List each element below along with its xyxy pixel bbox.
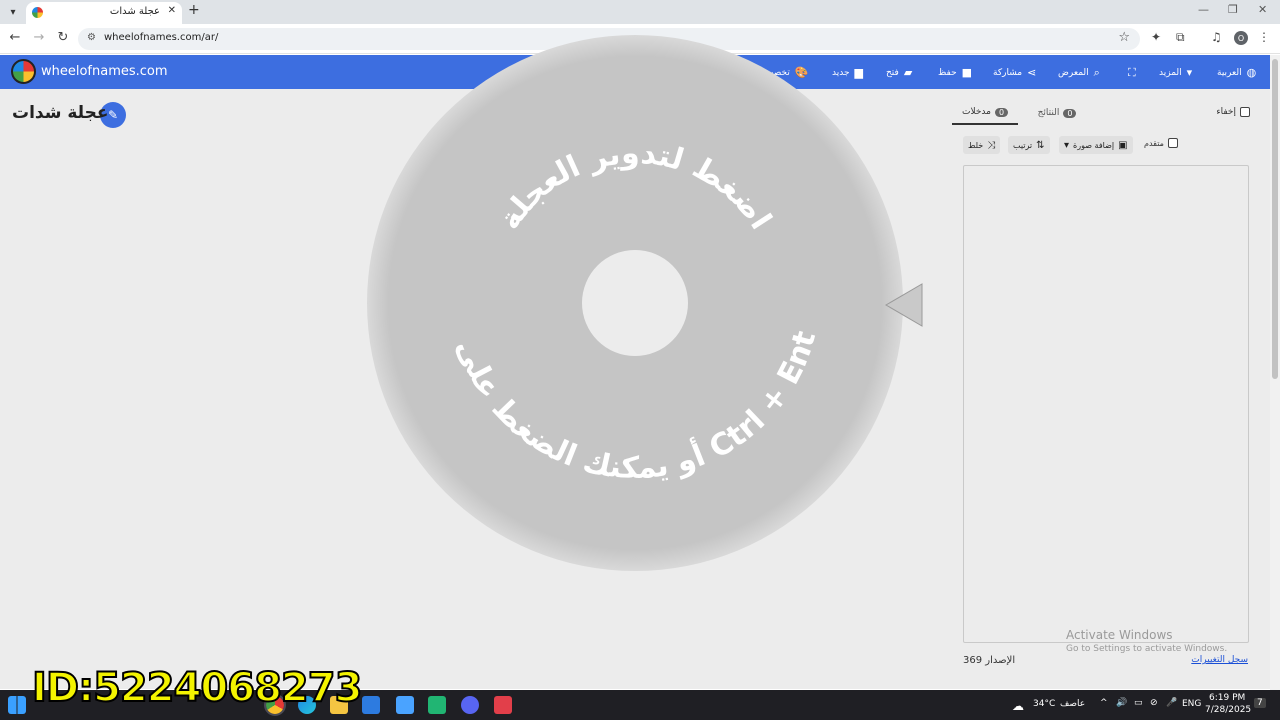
language-button[interactable]: ◍ العربية	[1217, 66, 1256, 79]
forward-icon[interactable]: →	[30, 30, 48, 45]
back-icon[interactable]: ←	[6, 30, 24, 45]
start-windows-icon[interactable]	[8, 696, 26, 714]
url-text[interactable]: wheelofnames.com/ar/	[104, 32, 218, 43]
add-image-button[interactable]: ▣ إضافة صورة ▾	[1059, 136, 1133, 154]
fullscreen-button[interactable]: ⛶	[1128, 66, 1136, 80]
more-label: المزيد	[1159, 67, 1182, 78]
fullscreen-icon: ⛶	[1128, 66, 1136, 79]
sort-icon: ⇅	[1036, 139, 1045, 151]
results-count-badge: 0	[1063, 108, 1077, 118]
advanced-label: متقدم	[1144, 138, 1164, 148]
red-app-icon[interactable]	[494, 696, 512, 714]
minimize-icon[interactable]: —	[1198, 3, 1209, 16]
tab-title: عجلة شدات	[109, 6, 160, 17]
activate-windows-watermark: Activate Windows Go to Settings to activ…	[1066, 628, 1227, 654]
add-image-label: إضافة صورة	[1073, 140, 1115, 150]
floppy-icon: ■	[961, 66, 973, 79]
browser-tab-strip: ▾ عجلة شدات ✕ + — ❐ ✕	[0, 0, 1280, 24]
microphone-icon[interactable]: 🎤	[1166, 698, 1177, 708]
network-icon[interactable]: ▭	[1134, 698, 1143, 708]
version-text: الإصدار 369	[963, 655, 1016, 666]
sort-label: ترتيب	[1013, 140, 1033, 150]
folder-open-icon: ▰	[903, 66, 913, 79]
reload-icon[interactable]: ↻	[54, 30, 72, 45]
speaker-icon[interactable]: 🔊	[1116, 698, 1127, 708]
save-label: حفظ	[938, 67, 957, 78]
hide-checkbox-row[interactable]: إخفاء	[1216, 107, 1250, 117]
discord-icon[interactable]	[461, 696, 479, 714]
wheel-title: عجلة شدات	[12, 103, 109, 123]
bookmark-star-icon[interactable]: ☆	[1118, 30, 1130, 45]
language-label: العربية	[1217, 67, 1242, 78]
entries-panel: 0 مدخلات 0 النتائج إخفاء ⤨ خلط ⇅ ترتيب ▣…	[952, 91, 1260, 679]
wheel-logo-icon[interactable]	[11, 59, 36, 84]
hide-label: إخفاء	[1216, 107, 1236, 117]
tab-results-label: النتائج	[1037, 108, 1060, 118]
share-icon: ⋖	[1027, 66, 1037, 79]
pencil-icon: ✎	[107, 108, 119, 122]
id-overlay-text: ID:5224068273	[31, 665, 363, 711]
language-indicator[interactable]: ENG	[1182, 699, 1201, 709]
advanced-checkbox-row[interactable]: متقدم	[1144, 138, 1178, 148]
shuffle-label: خلط	[968, 140, 984, 150]
mute-icon[interactable]: ⊘	[1150, 698, 1158, 708]
advanced-checkbox[interactable]	[1167, 138, 1178, 148]
vscode-icon[interactable]	[396, 696, 414, 714]
tab-entries[interactable]: 0 مدخلات	[952, 101, 1018, 125]
page-scrollbar[interactable]	[1270, 55, 1280, 690]
wheel-center[interactable]	[582, 250, 688, 356]
changelog-link[interactable]: سجل التغييرات	[1191, 655, 1248, 665]
sort-button[interactable]: ⇅ ترتيب	[1008, 136, 1050, 154]
weather-icon[interactable]: ☁	[1012, 699, 1024, 713]
new-tab-icon[interactable]: +	[188, 2, 200, 18]
browser-menu-icon[interactable]: ⋮	[1258, 30, 1270, 44]
image-icon: ▣	[1118, 139, 1128, 151]
tray-chevron-icon[interactable]: ^	[1100, 698, 1108, 708]
tab-list-chevron-icon[interactable]: ▾	[4, 3, 22, 21]
save-button[interactable]: ■ حفظ	[938, 66, 972, 79]
notification-badge[interactable]: 7	[1254, 698, 1266, 708]
gallery-button[interactable]: ⌕ المعرض	[1058, 66, 1100, 80]
clock-date[interactable]: 7/28/2025	[1205, 705, 1251, 715]
tab-entries-label: مدخلات	[961, 107, 991, 117]
hide-checkbox[interactable]	[1240, 107, 1250, 117]
wheel-pointer-icon	[885, 283, 923, 327]
activate-line1: Activate Windows	[1066, 628, 1173, 642]
caret-down-icon: ▾	[1186, 66, 1193, 79]
spin-wheel[interactable]: اضغط لتدوير العجلة أو يمكنك الضغط على زر…	[366, 34, 904, 572]
shuffle-icon: ⤨	[987, 139, 996, 151]
shuffle-button[interactable]: ⤨ خلط	[963, 136, 1001, 154]
scrollbar-thumb[interactable]	[1272, 59, 1278, 379]
tab-close-icon[interactable]: ✕	[168, 5, 176, 16]
extension-puzzle-icon[interactable]: ✦	[1151, 30, 1161, 44]
entries-count-badge: 0	[994, 107, 1009, 117]
store-icon[interactable]	[362, 696, 380, 714]
restore-icon[interactable]: ❐	[1228, 3, 1238, 16]
tab-results[interactable]: 0 النتائج	[1024, 101, 1090, 125]
clock-time[interactable]: 6:19 PM	[1209, 693, 1245, 703]
caret-down-icon: ▾	[1064, 139, 1070, 151]
gallery-label: المعرض	[1058, 68, 1089, 78]
extensions-icon[interactable]: ⧉	[1176, 30, 1185, 45]
wheel-graphic[interactable]: اضغط لتدوير العجلة أو يمكنك الضغط على زر…	[366, 34, 904, 572]
android-app-icon[interactable]	[428, 696, 446, 714]
logo-text[interactable]: wheelofnames.com	[41, 64, 168, 79]
favicon-icon	[32, 7, 43, 18]
share-label: مشاركة	[993, 67, 1023, 78]
weather-temp[interactable]: 34°C	[1033, 699, 1055, 709]
close-window-icon[interactable]: ✕	[1258, 3, 1267, 16]
media-control-icon[interactable]: ♫	[1211, 30, 1222, 44]
weather-desc[interactable]: عاصف	[1060, 699, 1085, 709]
search-icon: ⌕	[1093, 66, 1100, 79]
share-button[interactable]: ⋖ مشاركة	[993, 66, 1036, 79]
more-button[interactable]: ▾ المزيد	[1159, 66, 1192, 79]
activate-line2: Go to Settings to activate Windows.	[1066, 644, 1228, 654]
browser-tab[interactable]: عجلة شدات ✕	[26, 2, 182, 24]
entries-textbox[interactable]	[963, 165, 1249, 643]
profile-avatar[interactable]: O	[1234, 31, 1248, 45]
globe-icon: ◍	[1246, 66, 1257, 79]
site-info-icon[interactable]: ⚙	[87, 32, 96, 43]
